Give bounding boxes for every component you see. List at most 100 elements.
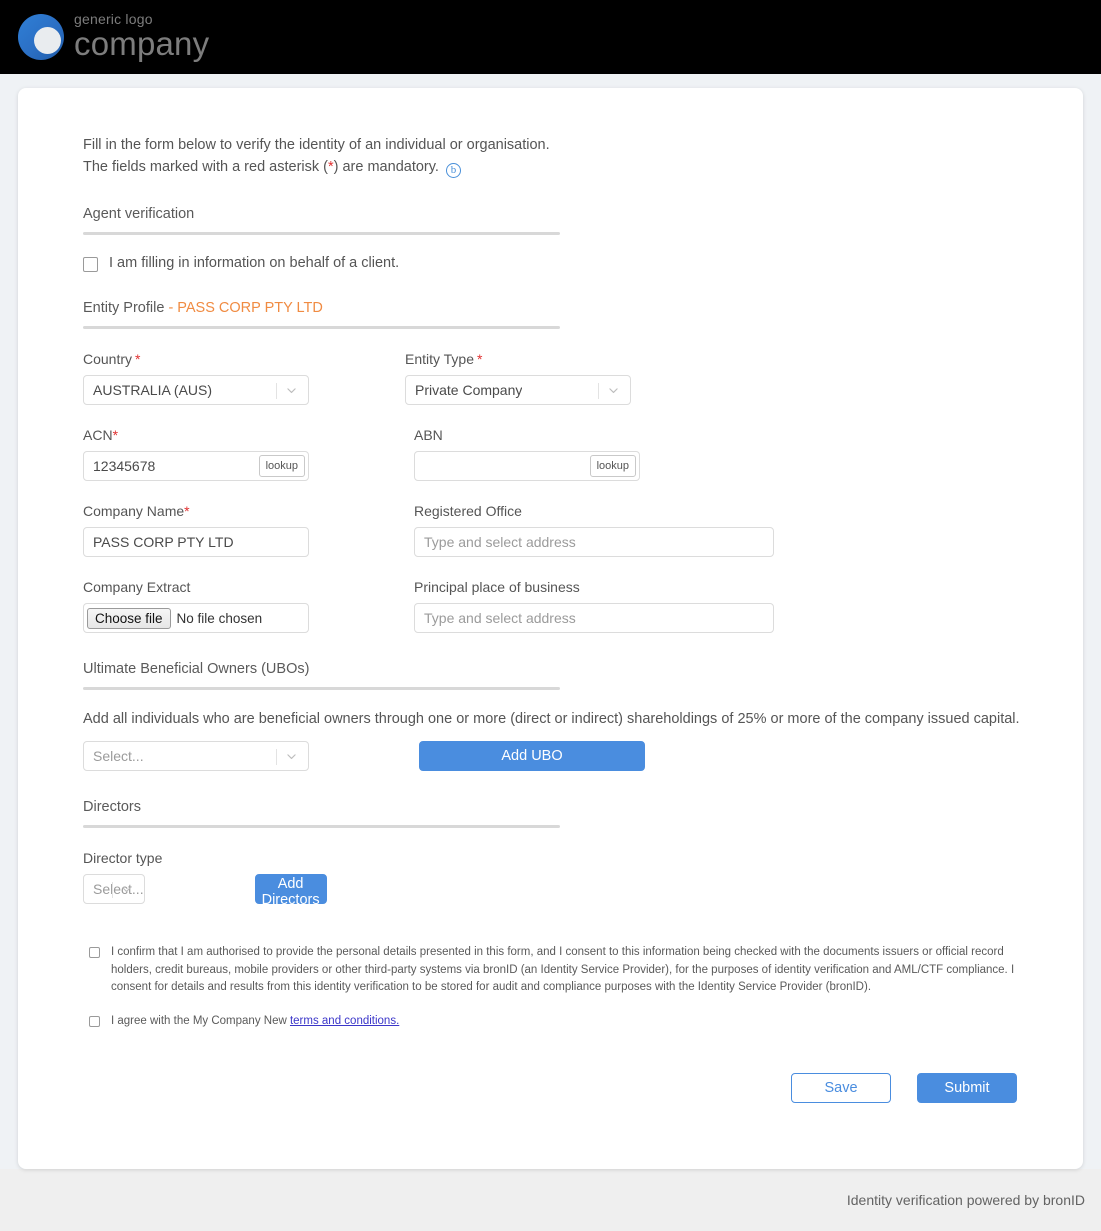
- entity-profile-section: Entity Profile - PASS CORP PTY LTD Count…: [83, 300, 1037, 633]
- director-type-select[interactable]: Select...: [83, 874, 145, 904]
- director-type-field: Director type Select... Add Directors: [83, 850, 327, 908]
- footer-powered-by-text: Identity verification powered by bronID: [846, 1192, 1085, 1208]
- entity-type-select-value: Private Company: [415, 382, 523, 398]
- entity-type-select[interactable]: Private Company: [405, 375, 631, 405]
- add-ubo-button[interactable]: Add UBO: [419, 741, 645, 771]
- abn-label: ABN: [414, 427, 443, 443]
- ubo-section: Ultimate Beneficial Owners (UBOs) Add al…: [83, 661, 1037, 771]
- consent-authorisation-checkbox[interactable]: [89, 947, 100, 958]
- principal-place-input[interactable]: [414, 603, 774, 633]
- company-name-input[interactable]: [83, 527, 309, 557]
- save-button[interactable]: Save: [791, 1073, 891, 1103]
- registered-office-label: Registered Office: [414, 503, 522, 519]
- select-divider: [598, 383, 599, 399]
- chevron-down-icon[interactable]: [119, 875, 135, 903]
- intro-line-2-prefix: The fields marked with a red asterisk (: [83, 159, 328, 175]
- company-name-label-text: Company Name: [83, 503, 185, 519]
- chevron-down-icon[interactable]: [283, 742, 299, 770]
- consent-terms-checkbox[interactable]: [89, 1015, 100, 1027]
- consent-row-authorisation[interactable]: I confirm that I am authorised to provid…: [89, 944, 1037, 997]
- directors-section: Directors Director type Select... Add Di…: [83, 799, 1037, 908]
- abn-field: ABN lookup: [414, 427, 640, 481]
- site-header: generic logo company: [0, 0, 1101, 74]
- agent-behalf-checkbox[interactable]: [83, 257, 98, 272]
- brand-name: company: [74, 25, 210, 62]
- site-footer: Identity verification powered by bronID: [0, 1169, 1101, 1231]
- acn-label-text: ACN: [83, 427, 113, 443]
- terms-and-conditions-link[interactable]: terms and conditions.: [290, 1015, 399, 1027]
- company-name-field: Company Name*: [83, 503, 309, 557]
- directors-add-row: Select... Add Directors: [83, 874, 327, 908]
- country-select[interactable]: AUSTRALIA (AUS): [83, 375, 309, 405]
- acn-abn-row: ACN* lookup ABN lookup: [83, 427, 1037, 481]
- ubo-add-row: Select... Add UBO: [83, 741, 1037, 771]
- add-directors-button[interactable]: Add Directors: [254, 874, 327, 908]
- agent-verification-section: Agent verification I am filling in infor…: [83, 206, 1037, 272]
- abn-lookup-button[interactable]: lookup: [589, 455, 636, 477]
- entity-type-label-text: Entity Type: [405, 351, 475, 367]
- section-divider: [83, 232, 560, 235]
- agent-verification-title: Agent verification: [83, 206, 195, 222]
- entity-type-field: Entity Type * Private Company: [405, 351, 631, 405]
- director-type-label: Director type: [83, 850, 163, 866]
- consent-terms-text: I agree with the My Company New terms an…: [111, 1013, 1024, 1031]
- brand-tagline: generic logo: [74, 11, 153, 27]
- required-asterisk: *: [135, 351, 141, 367]
- circle-logo-icon: [18, 14, 64, 60]
- intro-line-2-suffix: ) are mandatory.: [333, 159, 439, 175]
- select-divider: [276, 383, 277, 399]
- country-label-text: Country: [83, 351, 133, 367]
- abn-input-wrap: lookup: [414, 451, 640, 481]
- form-card: Fill in the form below to verify the ide…: [18, 88, 1083, 1169]
- company-extract-label: Company Extract: [83, 579, 191, 595]
- country-field: Country * AUSTRALIA (AUS): [83, 351, 309, 405]
- ubo-title: Ultimate Beneficial Owners (UBOs): [83, 661, 310, 677]
- ubo-helper-text: Add all individuals who are beneficial o…: [83, 711, 1020, 727]
- select-divider: [276, 749, 277, 765]
- bronid-badge-icon[interactable]: b: [445, 163, 461, 178]
- companyextract-principalplace-row: Company Extract Choose file No file chos…: [83, 579, 1037, 633]
- page-body: Fill in the form below to verify the ide…: [0, 74, 1101, 1169]
- form-actions: Save Submit: [83, 1073, 1037, 1103]
- consent-row-terms[interactable]: I agree with the My Company New terms an…: [89, 1013, 1037, 1031]
- country-entitytype-row: Country* AUSTRALIA (AUS) Entity Type*: [83, 351, 1037, 405]
- brand-logo[interactable]: generic logo company: [18, 12, 209, 62]
- registered-office-input[interactable]: [414, 527, 774, 557]
- country-select-value: AUSTRALIA (AUS): [93, 382, 213, 398]
- company-extract-field: Company Extract Choose file No file chos…: [83, 579, 309, 633]
- principal-place-label: Principal place of business: [414, 579, 580, 595]
- acn-input-wrap: lookup: [83, 451, 309, 481]
- acn-label: ACN*: [83, 427, 309, 444]
- intro-line-1: Fill in the form below to verify the ide…: [83, 137, 550, 153]
- chevron-down-icon[interactable]: [605, 376, 621, 404]
- entity-profile-title-text: Entity Profile: [83, 300, 165, 316]
- consent-terms-prefix: I agree with the My Company New: [111, 1014, 290, 1027]
- principal-place-field: Principal place of business: [414, 579, 774, 633]
- director-type-row: Director type Select... Add Directors: [83, 850, 1037, 908]
- ubo-type-select[interactable]: Select...: [83, 741, 309, 771]
- director-type-select-placeholder: Select...: [93, 881, 144, 897]
- brand-wordmark: generic logo company: [74, 12, 209, 62]
- required-asterisk: *: [477, 351, 483, 367]
- submit-button[interactable]: Submit: [917, 1073, 1017, 1103]
- section-divider: [83, 687, 560, 690]
- section-divider: [83, 326, 560, 329]
- directors-title: Directors: [83, 799, 142, 815]
- agent-checkbox-row[interactable]: I am filling in information on behalf of…: [83, 255, 1037, 272]
- agent-behalf-label: I am filling in information on behalf of…: [109, 255, 400, 271]
- country-label: Country *: [83, 351, 309, 368]
- ubo-type-select-placeholder: Select...: [93, 748, 144, 764]
- select-divider: [111, 882, 113, 898]
- company-name-label: Company Name*: [83, 503, 309, 520]
- required-asterisk: *: [184, 503, 190, 519]
- consent-block: I confirm that I am authorised to provid…: [83, 944, 1037, 1030]
- entity-profile-company-name: - PASS CORP PTY LTD: [168, 300, 323, 316]
- chevron-down-icon[interactable]: [283, 376, 299, 404]
- choose-file-button[interactable]: Choose file: [87, 607, 171, 629]
- company-extract-file-input[interactable]: Choose file No file chosen: [83, 603, 309, 633]
- intro-text: Fill in the form below to verify the ide…: [83, 134, 1037, 178]
- companyname-registeredoffice-row: Company Name* Registered Office: [83, 503, 1037, 557]
- acn-field: ACN* lookup: [83, 427, 309, 481]
- registered-office-field: Registered Office: [414, 503, 774, 557]
- acn-lookup-button[interactable]: lookup: [258, 455, 305, 477]
